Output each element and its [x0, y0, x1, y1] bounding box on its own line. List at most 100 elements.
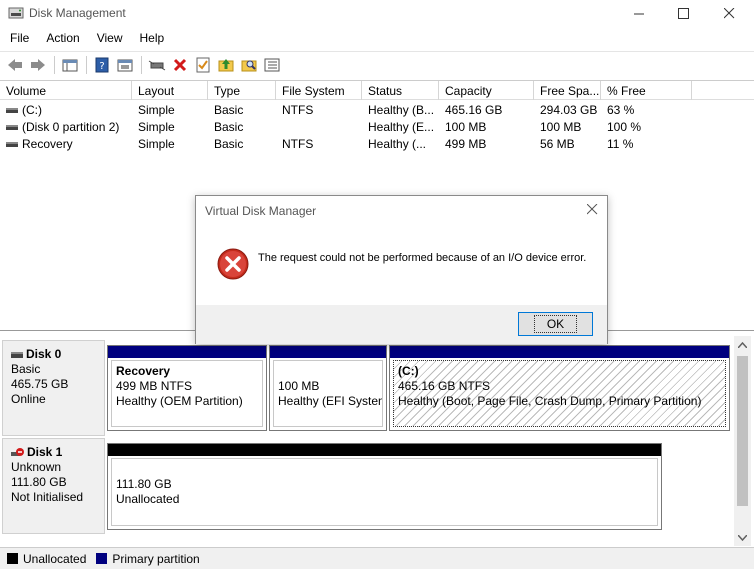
- drive-connect-icon: [148, 60, 166, 71]
- chevron-up-icon: [738, 341, 747, 348]
- toolbar-separator: [54, 56, 55, 74]
- minimize-button[interactable]: [616, 0, 662, 27]
- toolbar: ?: [0, 51, 754, 78]
- free-space-cell: 294.03 GB: [540, 103, 598, 117]
- ok-button[interactable]: OK: [518, 312, 593, 336]
- partition-name: [116, 462, 653, 477]
- menu-view[interactable]: View: [87, 28, 130, 50]
- properties-button[interactable]: [114, 55, 136, 75]
- column-header-percent-free[interactable]: % Free: [601, 81, 692, 100]
- column-header-layout[interactable]: Layout: [132, 81, 208, 100]
- menu-file[interactable]: File: [0, 28, 36, 50]
- disk-0-type: Basic: [11, 362, 41, 376]
- disk-1-type: Unknown: [11, 460, 62, 474]
- dialog-title: Virtual Disk Manager: [205, 204, 317, 218]
- partition-name: [278, 364, 378, 379]
- dialog-footer: OK: [196, 305, 607, 344]
- partition-name: (C:): [398, 364, 419, 378]
- delete-button[interactable]: [169, 55, 191, 75]
- scroll-thumb[interactable]: [737, 356, 748, 506]
- search-folder-button[interactable]: [238, 55, 260, 75]
- dialog-message: The request could not be performed becau…: [258, 252, 587, 264]
- partition-details: 100 MB Healthy (EFI System: [273, 360, 383, 427]
- volume-icon: [6, 125, 18, 131]
- partition-recovery[interactable]: Recovery 499 MB NTFS Healthy (OEM Partit…: [107, 345, 267, 431]
- column-header-capacity[interactable]: Capacity: [439, 81, 534, 100]
- partition-status: Unallocated: [116, 492, 180, 506]
- percent-free-cell: 100 %: [607, 120, 642, 134]
- properties-icon: [117, 59, 133, 72]
- capacity-cell: 100 MB: [445, 120, 487, 134]
- checklist-button[interactable]: [192, 55, 214, 75]
- file-system-cell: [276, 119, 362, 136]
- partition-efi[interactable]: 100 MB Healthy (EFI System: [269, 345, 387, 431]
- partition-unallocated[interactable]: 111.80 GB Unallocated: [107, 443, 662, 530]
- volume-name: (Disk 0 partition 2): [22, 120, 120, 134]
- partition-status: Healthy (EFI System: [278, 394, 383, 408]
- maximize-button[interactable]: [660, 0, 706, 27]
- scroll-down-button[interactable]: [734, 529, 751, 546]
- checklist-icon: [196, 57, 210, 73]
- column-header-volume[interactable]: Volume: [0, 81, 132, 100]
- disk-1-size: 111.80 GB: [11, 475, 67, 489]
- disk-error-icon: [11, 447, 24, 456]
- folder-search-icon: [241, 60, 257, 72]
- column-header-status[interactable]: Status: [362, 81, 439, 100]
- partition-details: Recovery 499 MB NTFS Healthy (OEM Partit…: [111, 360, 263, 427]
- free-space-cell: 100 MB: [540, 120, 582, 134]
- type-cell: Basic: [214, 120, 244, 134]
- svg-text:?: ?: [99, 61, 104, 72]
- partition-c-drive[interactable]: (C:) 465.16 GB NTFS Healthy (Boot, Page …: [389, 345, 730, 431]
- error-dialog: Virtual Disk Manager The request could n…: [195, 195, 608, 344]
- disk-1-label[interactable]: Disk 1 Unknown 111.80 GB Not Initialised: [2, 438, 105, 534]
- help-button[interactable]: ?: [91, 55, 113, 75]
- disk-view-scrollbar[interactable]: [734, 336, 751, 546]
- minimize-icon: [633, 13, 644, 15]
- type-cell: Basic: [214, 103, 244, 117]
- show-hide-console-tree-button[interactable]: [59, 55, 81, 75]
- volume-row[interactable]: (C:) Simple Basic NTFS Healthy (B... 465…: [0, 102, 754, 119]
- volume-cell: (Disk 0 partition 2): [0, 119, 132, 136]
- layout-cell: Simple: [138, 137, 175, 151]
- column-header-file-system[interactable]: File System: [276, 81, 362, 100]
- disk-1-status: Not Initialised: [11, 490, 84, 504]
- window-title: Disk Management: [29, 6, 126, 20]
- forward-button[interactable]: [27, 55, 49, 75]
- column-header-type[interactable]: Type: [208, 81, 276, 100]
- primary-partition-bar: [390, 346, 729, 358]
- console-tree-icon: [62, 59, 78, 72]
- partition-details: (C:) 465.16 GB NTFS Healthy (Boot, Page …: [393, 360, 726, 427]
- partition-status: Healthy (Boot, Page File, Crash Dump, Pr…: [398, 394, 702, 408]
- dialog-close-button[interactable]: [584, 202, 600, 218]
- layout-cell: Simple: [138, 120, 175, 134]
- back-button[interactable]: [4, 55, 26, 75]
- volume-name: Recovery: [22, 137, 73, 151]
- volume-row[interactable]: (Disk 0 partition 2) Simple Basic Health…: [0, 119, 754, 136]
- legend-unallocated: Unallocated: [23, 551, 87, 566]
- volume-cell: Recovery: [0, 136, 132, 153]
- disk-1-name-row: Disk 1: [11, 445, 96, 460]
- menu-action[interactable]: Action: [36, 28, 86, 50]
- close-button[interactable]: [706, 0, 752, 27]
- disk-0-label[interactable]: Disk 0 Basic 465.75 GB Online: [2, 340, 105, 436]
- volume-row[interactable]: Recovery Simple Basic NTFS Healthy (... …: [0, 136, 754, 153]
- capacity-cell: 499 MB: [445, 137, 487, 151]
- connect-drive-button[interactable]: [146, 55, 168, 75]
- partition-size: 499 MB NTFS: [116, 379, 193, 393]
- list-view-icon: [264, 58, 280, 72]
- disk-0-name-row: Disk 0: [11, 347, 96, 362]
- disk-0-name: Disk 0: [26, 347, 62, 361]
- unallocated-swatch: [7, 553, 18, 564]
- status-cell: Healthy (E...: [368, 120, 435, 134]
- menu-help[interactable]: Help: [130, 28, 172, 50]
- column-header-free-space[interactable]: Free Spa...: [534, 81, 601, 100]
- percent-free-cell: 11 %: [607, 137, 634, 151]
- type-cell: Basic: [214, 137, 244, 151]
- disk-management-app-icon: [8, 7, 24, 19]
- scroll-up-button[interactable]: [734, 336, 751, 353]
- status-cell: Healthy (B...: [368, 103, 435, 117]
- unallocated-bar: [108, 444, 661, 456]
- list-view-button[interactable]: [261, 55, 283, 75]
- partition-size: 465.16 GB NTFS: [398, 379, 491, 393]
- up-folder-button[interactable]: [215, 55, 237, 75]
